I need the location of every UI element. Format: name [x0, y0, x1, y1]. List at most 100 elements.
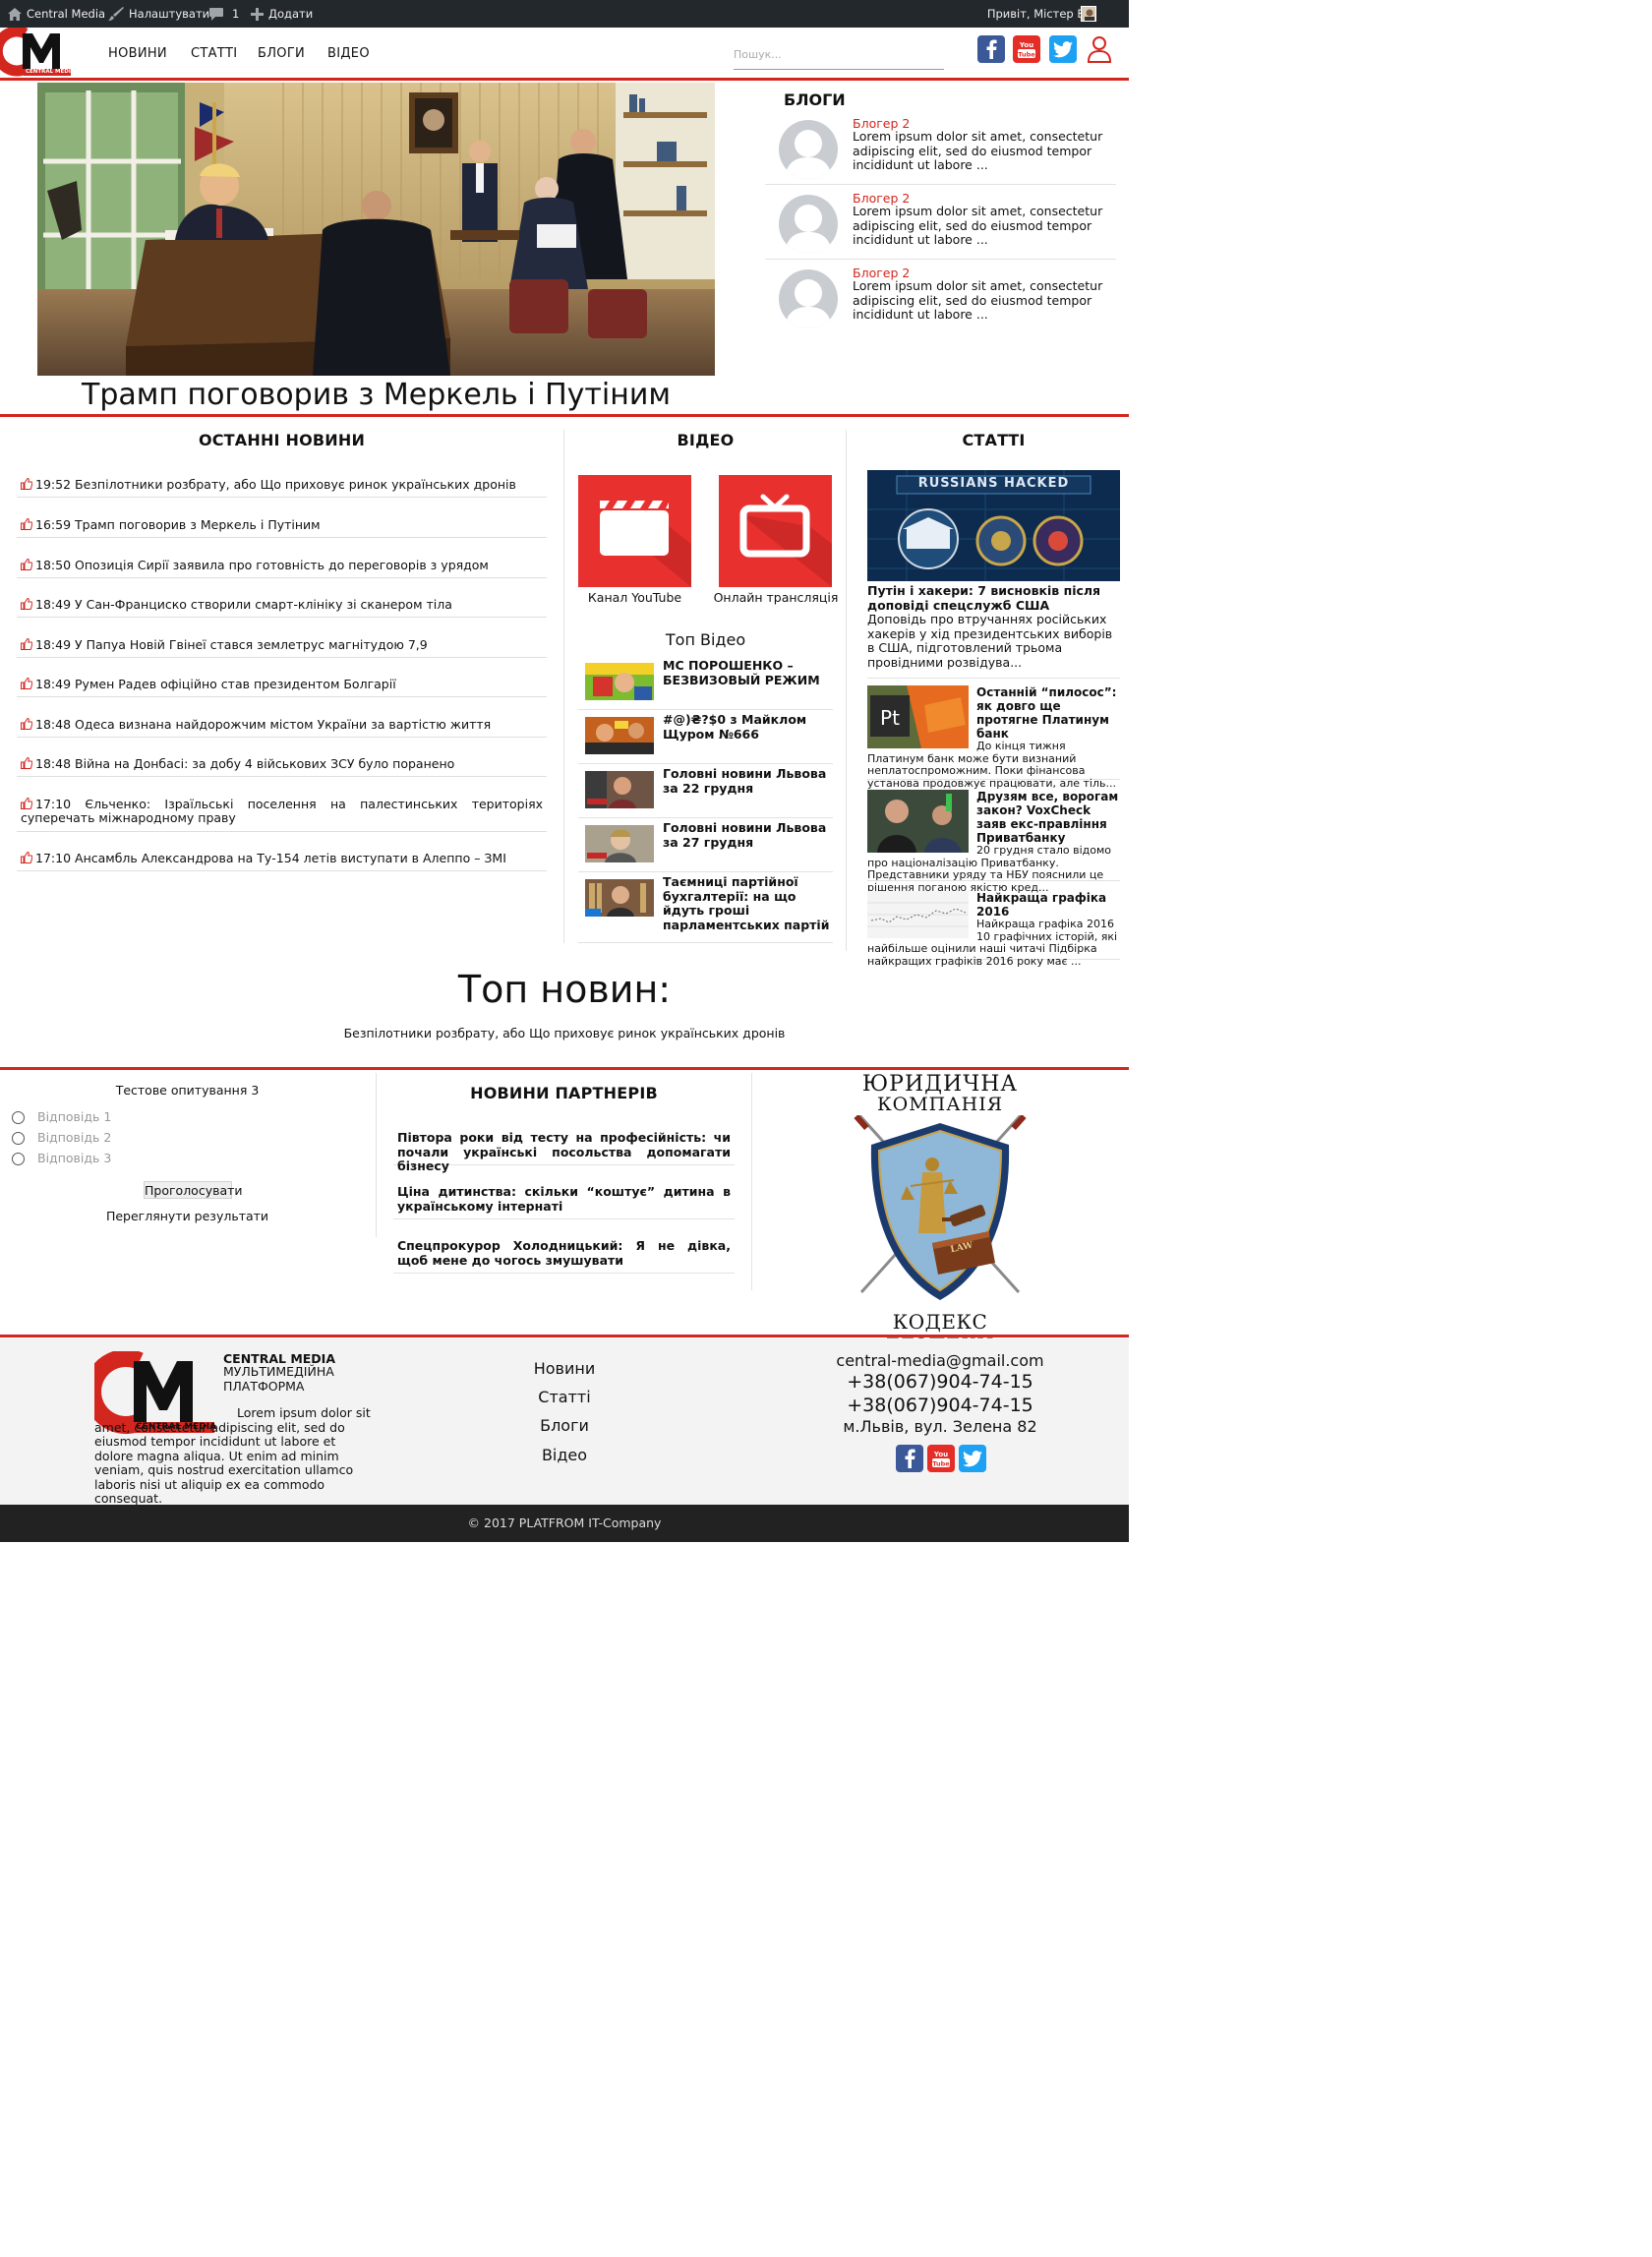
video-thumbnail[interactable]	[585, 771, 654, 808]
footer-facebook-icon[interactable]	[896, 1445, 923, 1472]
comment-icon	[209, 7, 223, 21]
video-thumbnail[interactable]	[585, 879, 654, 917]
top-news-link[interactable]: Безпілотники розбрату, або Що приховує р…	[0, 1026, 1129, 1040]
news-item[interactable]: 18:49 Румен Радев офіційно став президен…	[17, 678, 547, 697]
top-video-item[interactable]: Головні новини Львова за 27 грудня	[578, 818, 833, 872]
youtube-channel-label[interactable]: Канал YouTube	[578, 590, 691, 605]
footer-phone-2[interactable]: +38(067)904-74-15	[806, 1395, 1074, 1416]
news-item[interactable]: 18:49 У Папуа Новій Гвінеї стався землет…	[17, 638, 547, 658]
video-thumbnail[interactable]	[585, 663, 654, 700]
admin-avatar[interactable]	[1081, 6, 1096, 22]
top-video-title[interactable]: Таємниці партійної бухгалтерії: на що йд…	[663, 874, 830, 932]
featured-article-title[interactable]: Путін і хакери: 7 висновків після допові…	[867, 583, 1120, 613]
footer-nav-news[interactable]: Новини	[511, 1359, 618, 1378]
partner-news-item[interactable]: Спецпрокурор Холодницький: Я не дівка, щ…	[393, 1238, 735, 1274]
twitter-icon[interactable]	[1049, 35, 1077, 63]
news-title[interactable]: Опозиція Сирії заявила про готовність до…	[75, 558, 489, 572]
law-company-ad[interactable]: ЮРИДИЧНА КОМПАНІЯ LAW КОДЕКС БЕЗПЕКИ	[848, 1072, 1032, 1357]
partner-news-item[interactable]: Ціна дитинства: скільки “коштує” дитина …	[393, 1184, 735, 1219]
hero-image[interactable]	[37, 83, 715, 376]
featured-image-banner: RUSSIANS HACKED	[917, 476, 1070, 491]
blog-item[interactable]: Блогер 2 Lorem ipsum dolor sit amet, con…	[765, 110, 1116, 185]
news-title[interactable]: Трамп поговорив з Меркель і Путіним	[75, 517, 321, 532]
youtube-channel-button[interactable]	[578, 475, 691, 587]
footer-nav-articles[interactable]: Статті	[511, 1388, 618, 1406]
footer-tagline: МУЛЬТИМЕДІЙНА ПЛАТФОРМА	[223, 1364, 334, 1394]
news-title[interactable]: Безпілотники розбрату, або Що приховує р…	[75, 477, 516, 492]
top-video-title[interactable]: МС ПОРОШЕНКО – БЕЗВИЗОВЫЙ РЕЖИМ	[663, 658, 830, 687]
news-title[interactable]: Війна на Донбасі: за добу 4 військових З…	[75, 756, 454, 771]
thumbs-up-icon	[21, 798, 32, 809]
news-item[interactable]: 19:52 Безпілотники розбрату, або Що прих…	[17, 478, 547, 498]
user-login-icon[interactable]	[1086, 35, 1113, 63]
news-title[interactable]: Румен Радев офіційно став президентом Бо…	[75, 677, 396, 691]
news-item[interactable]: 17:10 Ансамбль Александрова на Ту-154 ле…	[17, 852, 547, 871]
top-video-title[interactable]: #@)₴?$0 з Майклом Щуром №666	[663, 712, 830, 742]
article-item[interactable]: Найкраща графіка 2016 Найкраща графіка 2…	[867, 891, 1120, 967]
top-video-item[interactable]: МС ПОРОШЕНКО – БЕЗВИЗОВЫЙ РЕЖИМ	[578, 656, 833, 710]
footer-nav-blogs[interactable]: Блоги	[511, 1416, 618, 1435]
news-item[interactable]: 18:50 Опозиція Сирії заявила про готовні…	[17, 559, 547, 578]
top-video-item[interactable]: Головні новини Львова за 22 грудня	[578, 764, 833, 818]
partner-news-item[interactable]: Півтора роки від тесту на професійність:…	[393, 1130, 735, 1173]
poll-answer-1[interactable]: Відповідь 1	[37, 1109, 111, 1124]
admin-add-new-link[interactable]: Додати	[251, 0, 313, 28]
news-item[interactable]: 18:49 У Сан-Франциско створили смарт-клі…	[17, 598, 547, 618]
nav-blogs[interactable]: БЛОГИ	[258, 46, 305, 61]
thumbs-up-icon	[21, 852, 32, 863]
footer-phone-1[interactable]: +38(067)904-74-15	[806, 1371, 1074, 1393]
footer-twitter-icon[interactable]	[959, 1445, 986, 1472]
blog-item[interactable]: Блогер 2 Lorem ipsum dolor sit amet, con…	[765, 185, 1116, 260]
top-news-heading: Топ новин:	[457, 968, 672, 1011]
admin-site-link[interactable]: Central Media	[8, 0, 105, 28]
news-item[interactable]: 16:59 Трамп поговорив з Меркель і Путіни…	[17, 518, 547, 538]
live-stream-button[interactable]	[719, 475, 832, 587]
footer-email[interactable]: central-media@gmail.com	[806, 1351, 1074, 1370]
admin-account-link[interactable]: Привіт, Містер Бін	[987, 0, 1095, 28]
top-video-item[interactable]: Таємниці партійної бухгалтерії: на що йд…	[578, 872, 833, 943]
brush-icon	[108, 7, 124, 21]
blog-item[interactable]: Блогер 2 Lorem ipsum dolor sit amet, con…	[765, 260, 1116, 334]
news-item[interactable]: 17:10 Єльченко: Ізраїльські поселення на…	[17, 798, 547, 832]
video-thumbnail[interactable]	[585, 825, 654, 862]
article-item[interactable]: Pt Останній “пилосос”: як довго ще протя…	[867, 685, 1120, 789]
top-video-title[interactable]: Головні новини Львова за 22 грудня	[663, 766, 830, 796]
footer-nav-video[interactable]: Відео	[511, 1446, 618, 1464]
nav-video[interactable]: ВІДЕО	[327, 46, 370, 61]
news-title[interactable]: У Сан-Франциско створили смарт-клініку з…	[75, 597, 452, 612]
footer-youtube-icon[interactable]: You Tube	[927, 1445, 955, 1472]
admin-site-name: Central Media	[27, 7, 106, 21]
news-item[interactable]: 18:48 Війна на Донбасі: за добу 4 військ…	[17, 757, 547, 777]
search-input[interactable]	[734, 40, 944, 70]
admin-customize-link[interactable]: Налаштувати	[108, 0, 209, 28]
poll-radio-3[interactable]	[12, 1153, 25, 1165]
top-video-item[interactable]: #@)₴?$0 з Майклом Щуром №666	[578, 710, 833, 764]
top-video-title[interactable]: Головні новини Львова за 27 грудня	[663, 820, 830, 850]
admin-comments-link[interactable]: 1	[209, 0, 239, 28]
poll-answer-3[interactable]: Відповідь 3	[37, 1151, 111, 1165]
poll-answer-2[interactable]: Відповідь 2	[37, 1130, 111, 1145]
news-title[interactable]: Ансамбль Александрова на Ту-154 летів ви…	[75, 851, 506, 865]
nav-news[interactable]: НОВИНИ	[108, 46, 167, 61]
news-title[interactable]: Одеса визнана найдорожчим містом України…	[75, 717, 491, 732]
facebook-icon[interactable]	[977, 35, 1005, 63]
youtube-icon[interactable]: You Tube	[1013, 35, 1040, 63]
poll-radio-1[interactable]	[12, 1111, 25, 1124]
article-thumbnail[interactable]	[867, 790, 969, 853]
vote-button[interactable]: Проголосувати	[144, 1181, 243, 1199]
news-item[interactable]: 18:48 Одеса визнана найдорожчим містом У…	[17, 718, 547, 738]
news-title[interactable]: Єльченко: Ізраїльські поселення на палес…	[21, 797, 543, 825]
video-thumbnail[interactable]	[585, 717, 654, 754]
clapperboard-icon	[600, 501, 691, 587]
article-thumbnail[interactable]	[867, 891, 969, 938]
article-thumbnail[interactable]: Pt	[867, 685, 969, 748]
nav-articles[interactable]: СТАТТІ	[191, 46, 237, 61]
news-title[interactable]: У Папуа Новій Гвінеї стався землетрус ма…	[75, 637, 428, 652]
article-item[interactable]: Друзям все, ворогам закон? VoxCheck заяв…	[867, 790, 1120, 893]
featured-article-image[interactable]: RUSSIANS HACKED	[867, 470, 1120, 581]
live-stream-label[interactable]: Онлайн трансляція	[710, 590, 842, 605]
site-logo[interactable]: CENTRAL MEDIA	[0, 26, 75, 77]
poll-radio-2[interactable]	[12, 1132, 25, 1145]
hero-title[interactable]: Трамп поговорив з Меркель і Путіним	[37, 378, 715, 412]
poll-results-link[interactable]: Переглянути результати	[0, 1209, 375, 1223]
